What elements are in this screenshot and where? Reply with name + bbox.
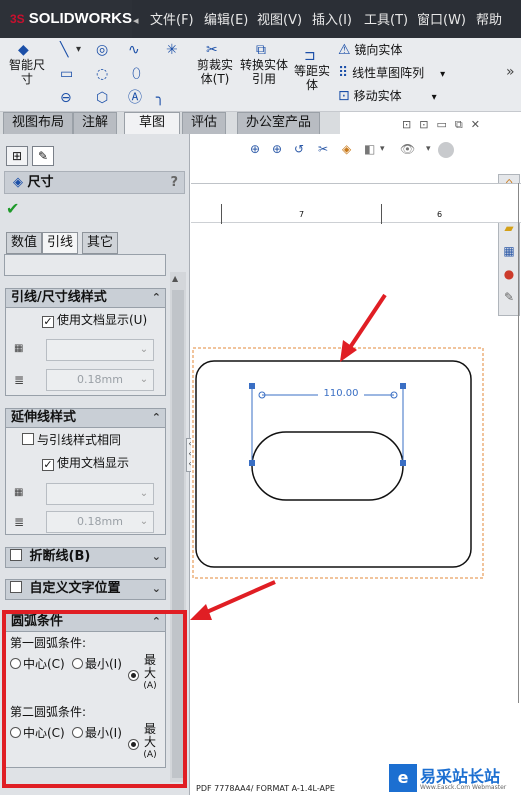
handle (249, 383, 255, 389)
watermark: e 易采站长站 Www.Easck.Com Webmaster (387, 762, 521, 795)
slot-profile (251, 431, 404, 501)
handle (400, 383, 406, 389)
sketch-graphics (190, 293, 484, 620)
handle (249, 460, 255, 466)
red-arrow-bottom (199, 580, 276, 617)
bounding-box-dashed (192, 347, 484, 579)
handle (400, 460, 406, 466)
red-arrow-bottom-head (190, 604, 212, 620)
sheet-format-text: PDF 7778AA4/ FORMAT A-1.4L-APE (196, 784, 335, 793)
watermark-logo-icon: e (389, 764, 417, 792)
dimension-value[interactable]: 110.00 (318, 388, 364, 399)
watermark-subtext: Www.Easck.Com Webmaster (420, 784, 507, 791)
